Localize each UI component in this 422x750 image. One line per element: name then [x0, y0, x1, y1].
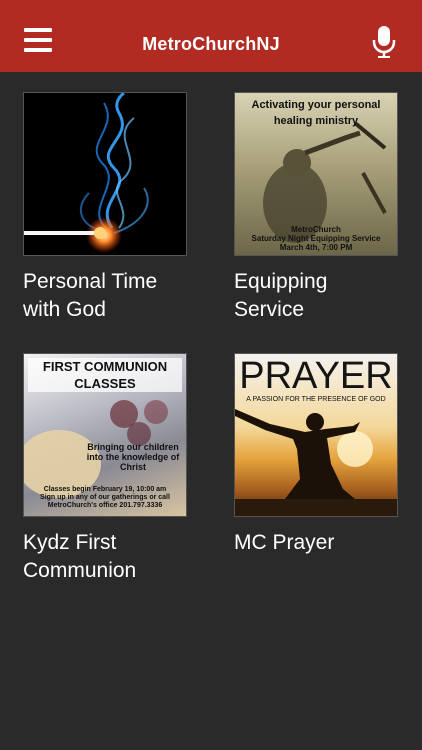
- tile-caption: Equipping Service: [234, 270, 328, 321]
- kydz-first-communion-thumbnail: FIRST COMMUNION CLASSES Bringing our chi…: [23, 353, 187, 517]
- communion-line-2: Sign up in any of our gatherings or call: [40, 494, 170, 501]
- tile-equipping-service[interactable]: Activating your personal healing ministr…: [234, 92, 398, 324]
- tile-kydz-first-communion[interactable]: FIRST COMMUNION CLASSES Bringing our chi…: [23, 353, 187, 585]
- tile-personal-time-with-god[interactable]: Personal Time with God: [23, 92, 187, 324]
- tile-caption: MC Prayer: [234, 531, 335, 554]
- equipping-line-1: MetroChurch: [291, 225, 341, 234]
- app-screen: MetroChurchNJ Personal Time with God Act…: [0, 0, 422, 750]
- equipping-line-2: Saturday Night Equipping Service: [251, 234, 381, 243]
- equipping-service-thumbnail: Activating your personal healing ministr…: [234, 92, 398, 256]
- tile-caption: Personal Time with God: [23, 270, 158, 321]
- top-app-bar: MetroChurchNJ: [0, 0, 422, 72]
- personal-time-thumbnail: [23, 92, 187, 256]
- communion-heading: FIRST COMMUNION CLASSES: [28, 358, 182, 392]
- equipping-line-3: March 4th, 7:00 PM: [279, 243, 353, 252]
- communion-middle: Bringing our children into the knowledge…: [86, 442, 180, 472]
- microphone-icon[interactable]: [372, 26, 396, 58]
- mc-prayer-thumbnail: PRAYER A PASSION FOR THE PRESENCE OF GOD: [234, 353, 398, 517]
- tile-caption: Kydz First Communion: [23, 531, 137, 582]
- communion-line-1: Classes begin February 19, 10:00 am: [43, 486, 167, 493]
- match-smoke-image: [24, 93, 149, 253]
- communion-line-3: MetroChurch's office 201.797.3336: [47, 502, 163, 509]
- prayer-subheading: A PASSION FOR THE PRESENCE OF GOD: [246, 396, 386, 403]
- prayer-heading: PRAYER: [239, 355, 393, 397]
- app-title: MetroChurchNJ: [142, 34, 280, 54]
- equipping-heading: Activating your personal healing ministr…: [251, 99, 381, 127]
- tile-mc-prayer[interactable]: PRAYER A PASSION FOR THE PRESENCE OF GOD…: [234, 353, 398, 557]
